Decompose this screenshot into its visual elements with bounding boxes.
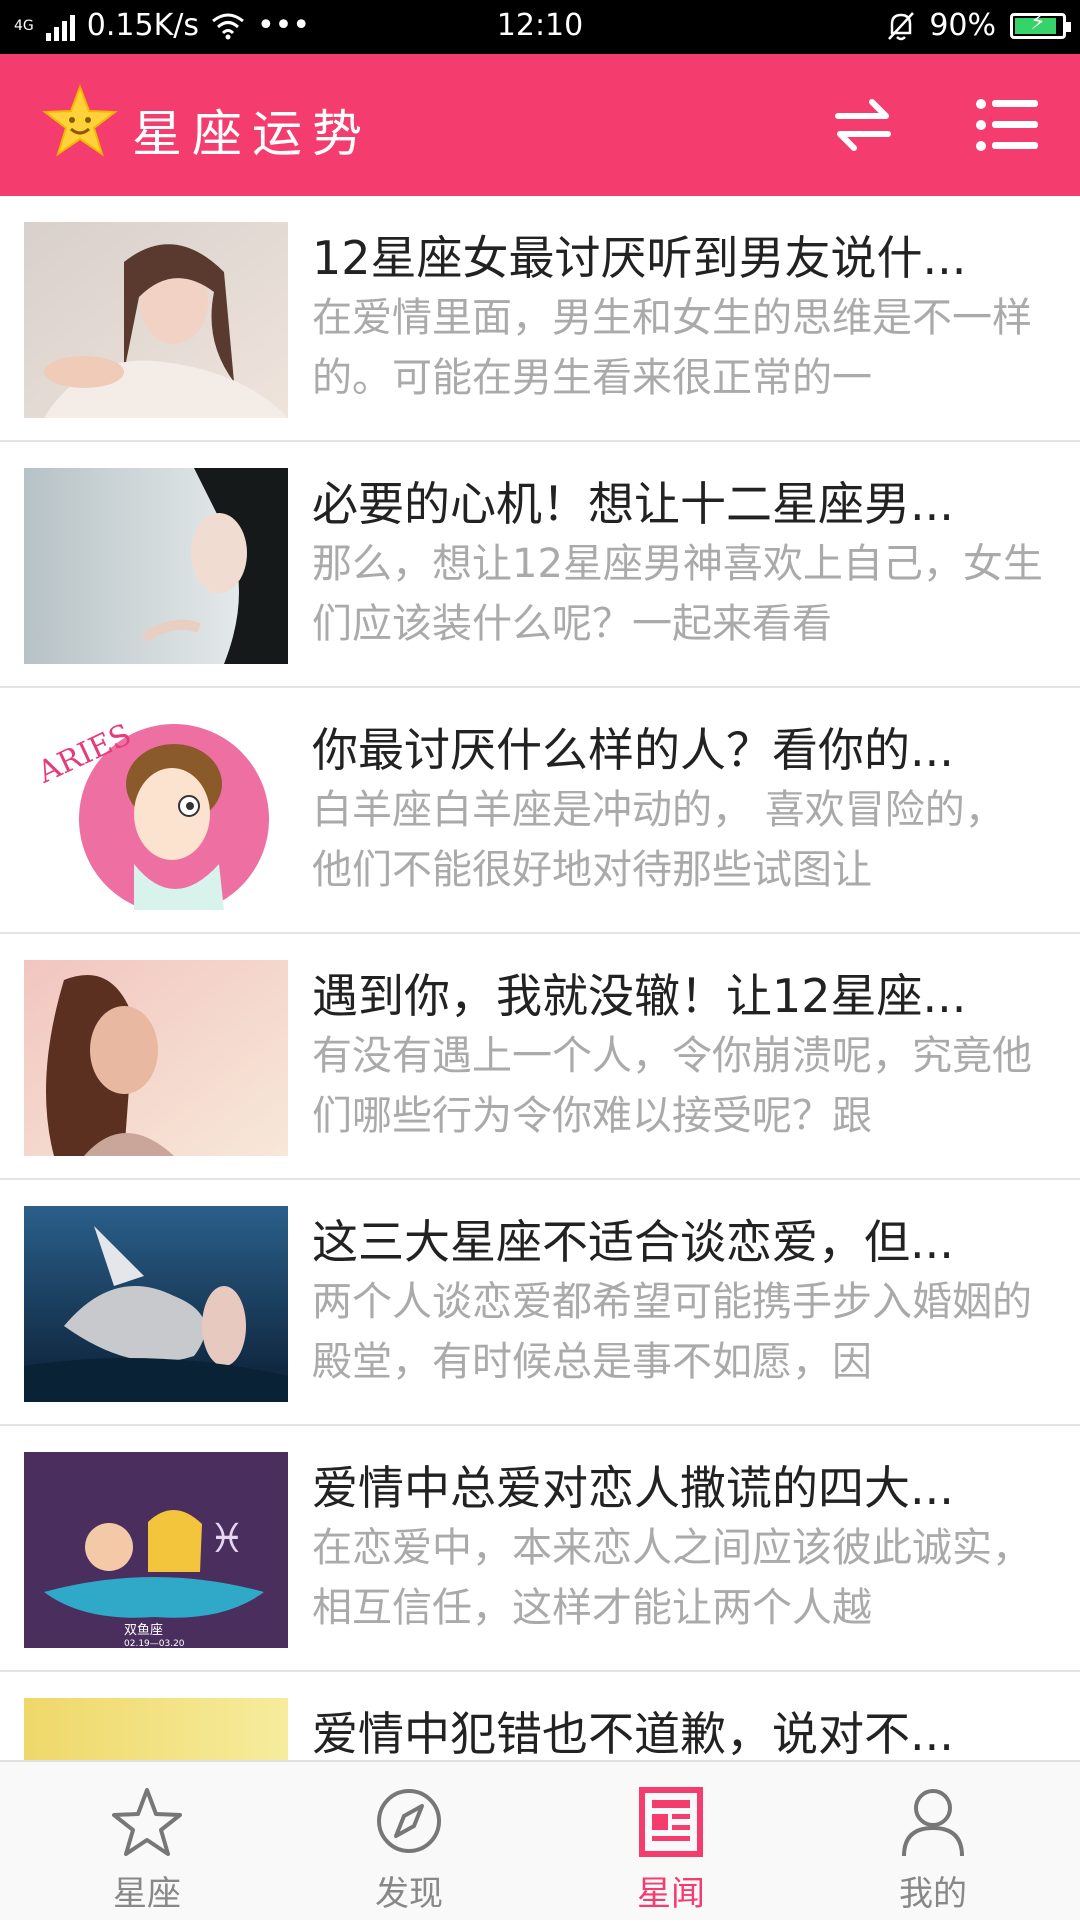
battery-percent: 90% [929,8,996,43]
article-title: 爱情中犯错也不道歉，说对不... [312,1707,954,1760]
svg-text:♓: ♓ [209,1516,245,1562]
star-logo-icon [42,84,118,157]
list-item[interactable]: 这三大星座不适合谈恋爱，但... 两个人谈恋爱都希望可能携手步入婚姻的殿堂，有时… [0,1180,1080,1426]
article-summary: 那么，想让12星座男神喜欢上自己，女生们应该装什么呢？一起来看看 [312,541,1043,647]
list-item[interactable]: 遇到你，我就没辙！让12星座... 有没有遇上一个人，令你崩溃呢，究竟他们哪些行… [0,934,1080,1180]
article-summary: 在爱情里面，男生和女生的思维是不一样的。可能在男生看来很正常的一 [312,295,1032,401]
list-item[interactable]: 12星座女最讨厌听到男友说什... 在爱情里面，男生和女生的思维是不一样的。可能… [0,196,1080,442]
clock: 12:10 [496,8,584,43]
pisces-date-text: 02.19—03.20 [124,1639,185,1648]
page-title: 星座运势 [132,105,372,163]
swap-icon[interactable] [832,94,894,156]
compass-icon [377,1789,441,1853]
article-title: 遇到你，我就没辙！让12星座... [312,969,967,1023]
article-thumbnail [24,468,288,664]
article-thumbnail [24,222,288,418]
article-list: 12星座女最讨厌听到男友说什... 在爱情里面，男生和女生的思维是不一样的。可能… [0,196,1080,1760]
article-thumbnail [24,1206,288,1402]
tab-label: 我的 [899,1874,967,1914]
person-icon [902,1789,964,1857]
tab-label: 星座 [113,1874,181,1914]
tab-label: 发现 [375,1874,443,1914]
list-item[interactable]: 必要的心机！想让十二星座男... 那么，想让12星座男神喜欢上自己，女生们应该装… [0,442,1080,688]
article-title: 必要的心机！想让十二星座男... [312,477,954,531]
pisces-image-text: 双鱼座 [124,1622,163,1638]
article-thumbnail: ♓ 双鱼座 02.19—03.20 [24,1452,288,1648]
article-title: 你最讨厌什么样的人？看你的... [312,723,954,777]
star-icon [112,1788,182,1856]
news-icon [639,1787,703,1857]
tab-faxian[interactable]: 发现 [274,1762,544,1922]
tab-xingzuo[interactable]: 星座 [12,1762,282,1922]
tab-xingwen[interactable]: 星闻 [536,1762,806,1922]
list-item[interactable]: 爱情中犯错也不道歉，说对不... [0,1672,1080,1760]
article-title: 爱情中总爱对恋人撒谎的四大... [312,1461,954,1515]
menu-icon[interactable] [976,98,1038,152]
status-bar: 4G 0.15K/s ••• 12:10 90% ⚡ [0,0,1080,54]
article-summary: 白羊座白羊座是冲动的， 喜欢冒险的， 他们不能很好地对待那些试图让 [312,787,1005,893]
article-summary: 有没有遇上一个人，令你崩溃呢，究竟他们哪些行为令你难以接受呢？跟 [312,1033,1032,1139]
battery-icon: ⚡ [1010,10,1071,39]
tab-label: 星闻 [637,1874,705,1914]
bell-off-icon [888,11,915,40]
article-summary: 两个人谈恋爱都希望可能携手步入婚姻的殿堂，有时候总是事不如愿，因 [312,1279,1032,1385]
article-title: 12星座女最讨厌听到男友说什... [312,231,967,285]
app-header: 星座运势 [0,54,1080,196]
list-item[interactable]: ARIES 你最讨厌什么样的人？看你的... 白羊座白羊座是冲动的， 喜欢冒险的… [0,688,1080,934]
list-item[interactable]: ♓ 双鱼座 02.19—03.20 爱情中总爱对恋人撒谎的四大... 在恋爱中，… [0,1426,1080,1672]
tab-wode[interactable]: 我的 [798,1762,1068,1922]
article-thumbnail [24,960,288,1156]
bottom-nav: 星座 发现 星闻 我的 [0,1760,1080,1920]
article-summary: 在恋爱中，本来恋人之间应该彼此诚实，相互信任，这样才能让两个人越 [312,1525,1032,1631]
article-title: 这三大星座不适合谈恋爱，但... [312,1215,954,1269]
article-thumbnail [24,1698,288,1760]
article-thumbnail: ARIES [24,714,288,910]
